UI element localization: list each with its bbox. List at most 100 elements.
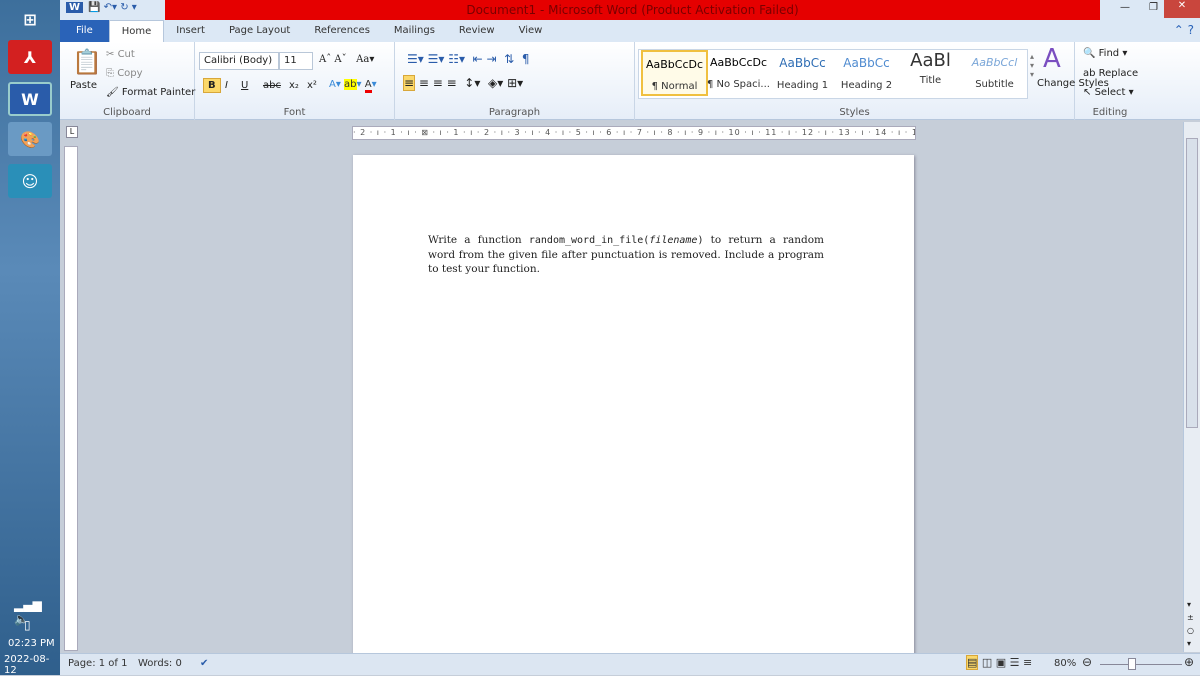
styles-scroll[interactable]: ▴ ▾ ▾ (1030, 52, 1034, 79)
style-heading-1[interactable]: AaBbCc Heading 1 (769, 50, 836, 96)
proofing-icon[interactable]: ✔ (200, 658, 208, 669)
find-button[interactable]: 🔍 Find ▾ (1083, 48, 1127, 59)
zoom-out-button[interactable]: ⊖ (1082, 655, 1092, 669)
document-page[interactable]: Write a function random_word_in_file(fil… (353, 155, 914, 655)
style-name: Subtitle (975, 79, 1014, 90)
copy-button[interactable]: ⎘ Copy (106, 68, 143, 79)
style-normal[interactable]: AaBbCcDc ¶ Normal (641, 50, 708, 96)
text-effects-icon[interactable]: A▾ ab▾ A▾ (329, 79, 377, 93)
zoom-slider[interactable] (1100, 664, 1182, 665)
format-painter-label: Format Painter (121, 87, 196, 98)
style-subtitle[interactable]: AaBbCcl Subtitle (961, 50, 1028, 96)
clipboard-group: 📋 Paste ✂ Cut ⎘ Copy 🖌 Format Painter Cl… (60, 42, 195, 120)
battery-icon[interactable]: ▯ (24, 618, 31, 632)
restore-button[interactable]: ❐ (1149, 2, 1158, 13)
help-icon[interactable]: ⌃ ? (1174, 23, 1194, 37)
minimize-button[interactable]: — (1120, 2, 1130, 13)
taskbar: ⊞ ⅄ W 🎨 ☺ ▂▄▆ 🔈 ▯ 02:23 PM 2022-08-12 (0, 0, 60, 676)
vertical-ruler[interactable] (64, 146, 78, 651)
ribbon-tabs: File Home Insert Page Layout References … (60, 20, 1200, 42)
font-group: Calibri (Body) 11 Aˆ Aˇ Aa▾ B I U abc x₂… (195, 42, 395, 120)
select-label: Select (1094, 87, 1126, 98)
superscript-button[interactable]: x² (307, 80, 317, 91)
highlight-icon[interactable]: ab (344, 79, 357, 90)
tab-file[interactable]: File (60, 20, 109, 42)
tab-references[interactable]: References (302, 20, 382, 42)
status-bar: Page: 1 of 1 Words: 0 ✔ ▤ ◫ ▣ ☰ ≡ 80% ⊖ … (60, 653, 1200, 675)
format-painter-button[interactable]: 🖌 Format Painter (106, 87, 195, 98)
tab-selector[interactable]: L (66, 126, 78, 138)
style-name: Title (919, 75, 942, 86)
view-buttons[interactable]: ▤ ◫ ▣ ☰ ≡ (966, 655, 1032, 670)
zoom-slider-thumb[interactable] (1128, 658, 1136, 670)
document-text[interactable]: Write a function random_word_in_file(fil… (428, 233, 824, 276)
code-function: random_word_in_file( (528, 235, 650, 246)
clock-time[interactable]: 02:23 PM (8, 638, 55, 649)
style-preview: AaBbCcl (971, 56, 1018, 69)
word-app-icon: W (66, 2, 84, 13)
paragraph-group: ☰▾ ☰▾ ☷▾ ⇤ ⇥ ⇅ ¶ ≡ ≡ ≡ ≡ ↕▾ ◈▾ ⊞▾ Paragr… (395, 42, 635, 120)
replace-button[interactable]: ab Replace (1083, 68, 1138, 79)
style-preview: AaBbCcDc (645, 58, 704, 71)
browse-buttons[interactable]: ▾ ± ○ ▾ (1187, 598, 1194, 650)
subscript-button[interactable]: x₂ (289, 80, 299, 91)
list-buttons[interactable]: ☰▾ ☰▾ ☷▾ ⇤ ⇥ ⇅ ¶ (407, 52, 529, 66)
scrollbar-thumb[interactable] (1186, 138, 1198, 428)
signal-volume-icon[interactable]: ▂▄▆ 🔈 (14, 598, 60, 626)
close-button[interactable]: ✕ (1164, 0, 1200, 18)
tab-review[interactable]: Review (447, 20, 507, 42)
paint-icon[interactable]: 🎨 (8, 122, 52, 156)
zoom-level[interactable]: 80% (1054, 658, 1076, 669)
change-styles-icon[interactable]: A (1043, 44, 1061, 74)
clock-date[interactable]: 2022-08-12 (4, 654, 60, 676)
word-count[interactable]: Words: 0 (138, 658, 182, 669)
style-name: ¶ No Spaci... (707, 79, 770, 90)
tab-page-layout[interactable]: Page Layout (217, 20, 302, 42)
acrobat-icon[interactable]: ⅄ (8, 40, 52, 74)
vertical-scrollbar[interactable]: ▾ ± ○ ▾ (1183, 122, 1200, 652)
paste-button[interactable]: Paste (70, 80, 97, 91)
bold-button[interactable]: B (203, 78, 221, 93)
paste-icon[interactable]: 📋 (72, 48, 102, 76)
styles-group: AaBbCcDc ¶ Normal AaBbCcDc ¶ No Spaci... AaB… (635, 42, 1109, 120)
tab-insert[interactable]: Insert (164, 20, 217, 42)
style-no-spaci[interactable]: AaBbCcDc ¶ No Spaci... (705, 50, 772, 96)
alignment-buttons[interactable]: ≡ ≡ ≡ ≡ ↕▾ ◈▾ ⊞▾ (403, 75, 523, 91)
horizontal-ruler[interactable]: · 2 · ı · 1 · ı · ⊠ · ı · 1 · ı · 2 · ı … (352, 126, 916, 140)
quick-access-toolbar[interactable]: 💾 ↶▾ ↻ ▾ (88, 2, 137, 13)
tab-mailings[interactable]: Mailings (382, 20, 447, 42)
style-heading-2[interactable]: AaBbCc Heading 2 (833, 50, 900, 96)
word-icon[interactable]: W (8, 82, 52, 116)
window-title: Document1 - Microsoft Word (Product Acti… (165, 0, 1100, 20)
italic-button[interactable]: I (225, 80, 228, 91)
underline-button[interactable]: U (241, 80, 248, 91)
font-label: Font (283, 107, 306, 118)
strikethrough-button[interactable]: abc (263, 80, 281, 91)
font-size-select[interactable]: 11 (279, 52, 313, 70)
select-button[interactable]: ↖ Select ▾ (1083, 87, 1134, 98)
page-count[interactable]: Page: 1 of 1 (68, 658, 127, 669)
style-name: ¶ Normal (651, 81, 698, 92)
font-color-icon[interactable]: A (364, 79, 372, 93)
copy-label: Copy (117, 68, 143, 79)
grow-shrink-font-buttons[interactable]: Aˆ Aˇ Aa▾ (319, 54, 374, 65)
style-preview: AaBbCc (779, 56, 826, 70)
ribbon: 📋 Paste ✂ Cut ⎘ Copy 🖌 Format Painter Cl… (60, 42, 1200, 120)
style-preview: AaBbCc (843, 56, 890, 70)
accessibility-icon[interactable]: ☺ (8, 164, 52, 198)
clipboard-label: Clipboard (103, 107, 151, 118)
windows-start-icon[interactable]: ⊞ (8, 2, 52, 36)
style-name: Heading 2 (840, 80, 893, 91)
replace-label: Replace (1098, 68, 1139, 79)
cut-button[interactable]: ✂ Cut (106, 49, 135, 60)
font-name-select[interactable]: Calibri (Body) (199, 52, 279, 70)
zoom-in-button[interactable]: ⊕ (1184, 655, 1194, 669)
code-arg: filename (649, 235, 698, 246)
style-title[interactable]: AaBl Title (897, 50, 964, 96)
style-preview: AaBbCcDc (709, 56, 768, 69)
find-label: Find (1098, 48, 1120, 59)
style-name: Heading 1 (776, 80, 829, 91)
tab-home[interactable]: Home (108, 20, 165, 42)
tab-view[interactable]: View (507, 20, 555, 42)
style-preview: AaBl (910, 50, 951, 71)
